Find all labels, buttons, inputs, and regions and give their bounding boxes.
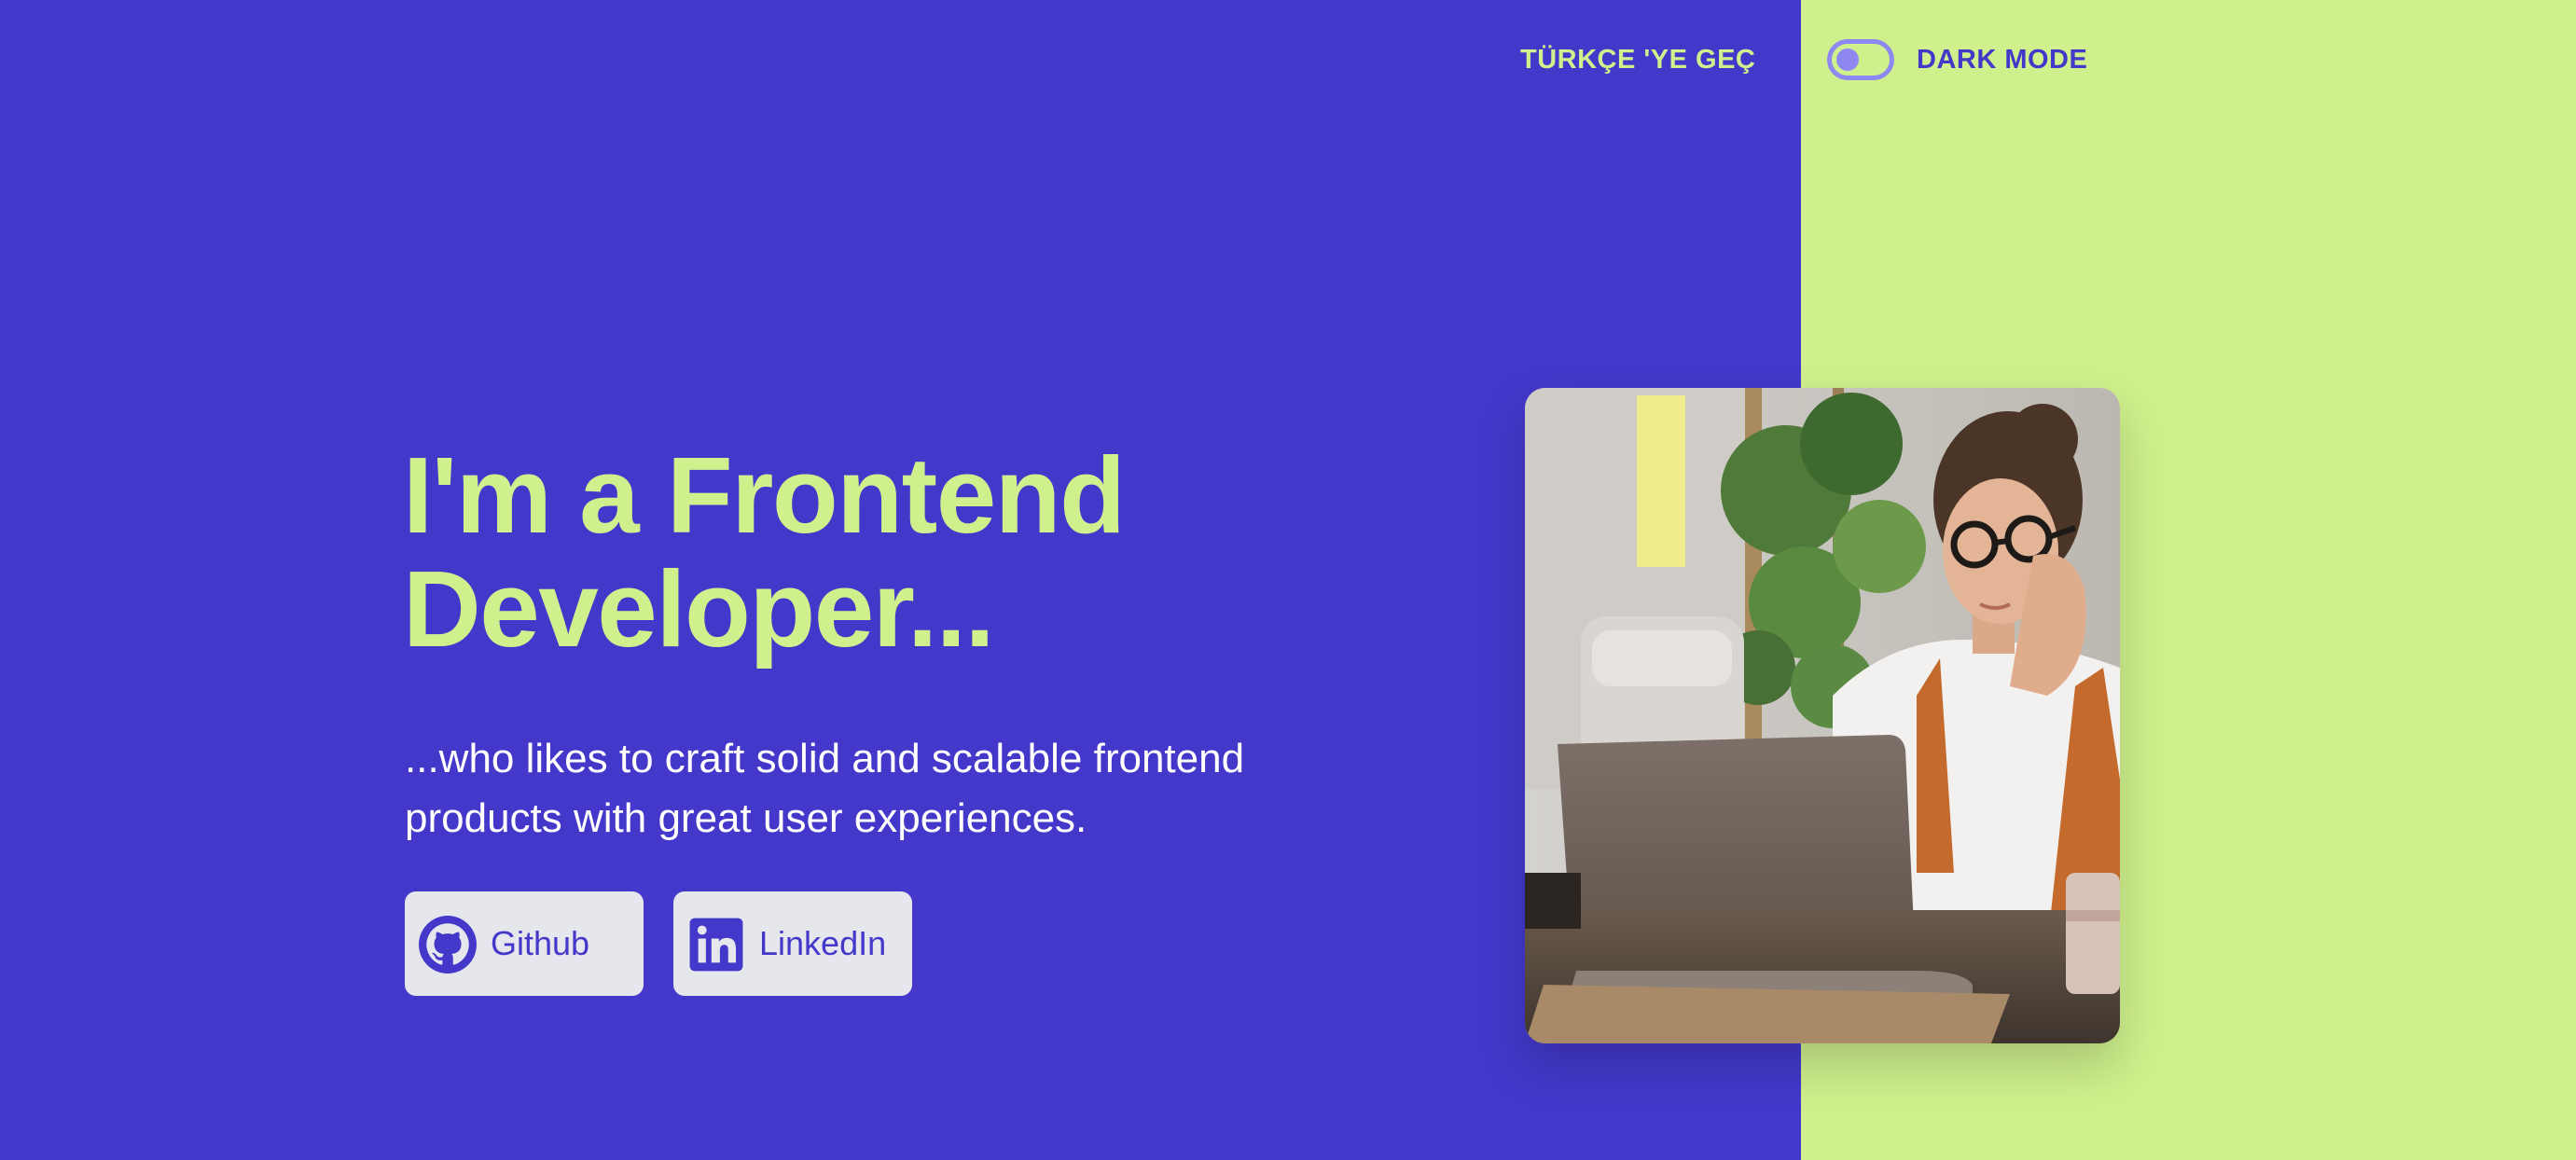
headline-line-2: Developer... <box>403 548 995 670</box>
dark-mode-toggle[interactable] <box>1827 39 1894 80</box>
github-icon <box>419 916 477 974</box>
woman-at-laptop-photo <box>1525 388 2120 1043</box>
hero-headline: I'm a Frontend Developer... <box>403 438 1336 666</box>
subtitle-line-2: products with great user experiences. <box>405 795 1087 841</box>
language-switch-link[interactable]: TÜRKÇE 'YE GEÇ <box>1520 45 1755 76</box>
linkedin-button[interactable]: LinkedIn <box>673 891 912 996</box>
hero-photo <box>1525 388 2120 1043</box>
dark-mode-label: DARK MODE <box>1917 45 2088 75</box>
toggle-knob <box>1836 48 1859 71</box>
linkedin-icon <box>689 918 743 972</box>
linkedin-button-label: LinkedIn <box>759 924 887 962</box>
github-button[interactable]: Github <box>405 891 644 996</box>
headline-line-1: I'm a Frontend <box>403 435 1126 556</box>
github-button-label: Github <box>491 924 590 962</box>
subtitle-line-1: ...who likes to craft solid and scalable… <box>405 736 1245 781</box>
hero-subtitle: ...who likes to craft solid and scalable… <box>405 729 1337 849</box>
